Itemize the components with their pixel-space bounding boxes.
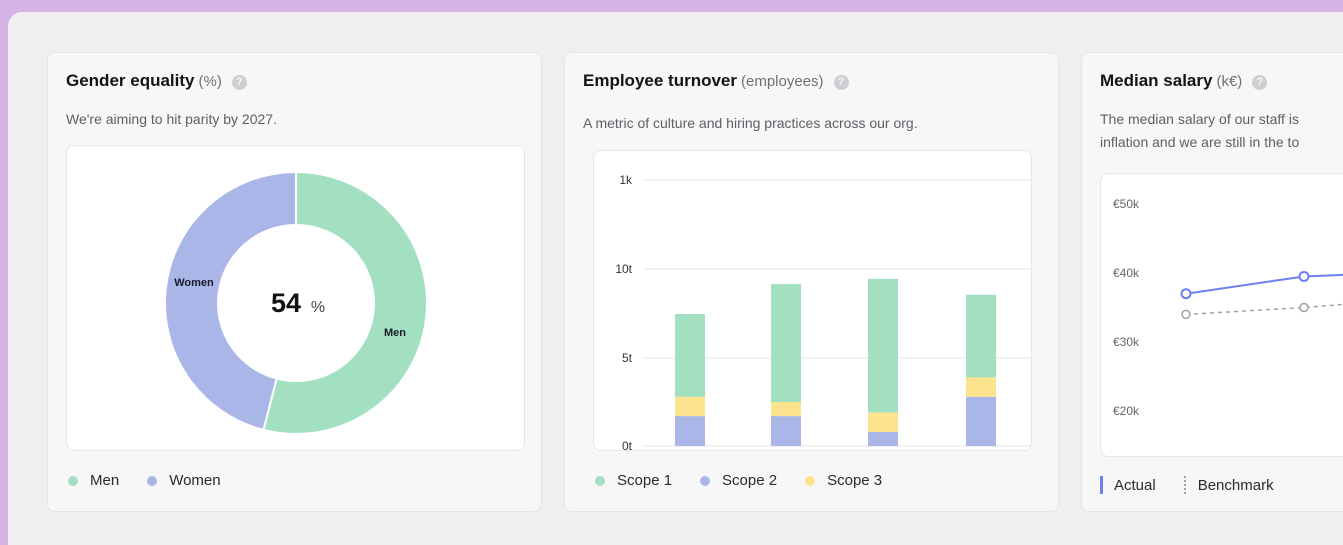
card-unit: (employees) xyxy=(741,73,824,90)
donut-center-suffix: % xyxy=(311,299,325,316)
legend-item-benchmark: Benchmark xyxy=(1183,476,1274,494)
gender-equality-card: Gender equality (%)? We're aiming to hit … xyxy=(47,52,542,512)
legend-label: Men xyxy=(90,472,120,489)
slice-label-men: Men xyxy=(384,327,406,339)
bar-segment-scope-2 xyxy=(675,416,705,446)
legend-item-women: Women xyxy=(147,472,221,489)
gender-legend: Men Women xyxy=(68,472,249,489)
help-icon[interactable]: ? xyxy=(1252,75,1268,90)
card-description: A metric of culture and hiring practices… xyxy=(583,115,918,131)
scope-3-dot xyxy=(805,475,816,486)
legend-item-men: Men xyxy=(68,472,119,489)
line-chart: €50k €40k €30k €20k xyxy=(1113,197,1343,418)
actual-point xyxy=(1180,288,1192,300)
legend-label: Scope 1 xyxy=(617,472,673,489)
card-unit: (k€) xyxy=(1216,73,1243,90)
card-description-line-2: inflation and we are still in the to xyxy=(1100,134,1300,150)
donut-chart: 54 % Women Men xyxy=(164,170,428,435)
bar-segment-scope-3 xyxy=(868,412,898,432)
slice-label-women: Women xyxy=(174,277,214,289)
card-title: Gender equality xyxy=(66,71,195,90)
bar-chart: 1k 10t 5t 0t xyxy=(615,173,1031,451)
turnover-legend: Scope 1 Scope 2 Scope 3 xyxy=(595,472,910,489)
donut-chart-box: 54% Women Men xyxy=(66,145,525,451)
scope-2-dot xyxy=(700,475,711,486)
donut-center-value: 54 xyxy=(271,288,301,318)
salary-legend: Actual Benchmark xyxy=(1100,476,1302,494)
help-icon[interactable]: ? xyxy=(833,75,849,90)
y-tick-label: €50k xyxy=(1113,197,1140,211)
y-tick-label: 10t xyxy=(615,262,632,276)
bar-segment-scope-3 xyxy=(675,396,705,417)
legend-label: Actual xyxy=(1114,476,1156,494)
legend-item-scope-2: Scope 2 xyxy=(700,472,777,489)
bar-segment-scope-2 xyxy=(868,431,898,446)
bar-segment-scope-1 xyxy=(675,314,705,397)
legend-item-actual: Actual xyxy=(1100,476,1156,494)
benchmark-line-swatch xyxy=(1183,476,1186,494)
bar-segment-scope-2 xyxy=(771,416,801,446)
y-tick-label: €20k xyxy=(1113,404,1140,418)
benchmark-line xyxy=(1185,303,1343,316)
benchmark-point xyxy=(1181,309,1191,320)
employee-turnover-card: Employee turnover (employees)? A metric o… xyxy=(564,52,1059,512)
card-header: Employee turnover (employees)? xyxy=(583,71,849,91)
legend-label: Scope 3 xyxy=(827,472,883,489)
median-salary-card: Median salary (k€)? The median salary of … xyxy=(1081,52,1343,512)
bar-chart-box: 1k 10t 5t 0t xyxy=(593,150,1032,451)
women-dot xyxy=(147,475,158,486)
bar-segment-scope-1 xyxy=(868,278,898,413)
legend-label: Women xyxy=(169,472,221,489)
legend-item-scope-3: Scope 3 xyxy=(805,472,882,489)
help-icon[interactable]: ? xyxy=(231,75,247,90)
dashboard-panel: Gender equality (%)? We're aiming to hit … xyxy=(8,12,1343,545)
y-tick-label: 5t xyxy=(622,351,633,365)
card-description-line-1: The median salary of our staff is xyxy=(1100,111,1299,127)
legend-item-scope-1: Scope 1 xyxy=(595,472,672,489)
bar-segment-scope-1 xyxy=(771,284,801,402)
bar-segment-scope-1 xyxy=(966,294,996,378)
card-header: Gender equality (%)? xyxy=(66,71,247,91)
y-tick-label: €40k xyxy=(1113,266,1140,280)
actual-line xyxy=(1185,273,1343,295)
actual-point xyxy=(1298,270,1310,282)
card-description: We're aiming to hit parity by 2027. xyxy=(66,111,277,127)
bar-segment-scope-3 xyxy=(771,402,801,417)
card-title: Employee turnover xyxy=(583,71,737,90)
legend-label: Benchmark xyxy=(1197,476,1274,494)
men-dot xyxy=(68,475,78,486)
scope-1-dot xyxy=(595,475,605,486)
legend-label: Scope 2 xyxy=(722,472,778,489)
card-title: Median salary xyxy=(1100,71,1213,90)
bar-segment-scope-2 xyxy=(966,396,996,446)
y-tick-label: €30k xyxy=(1113,335,1140,349)
benchmark-point xyxy=(1299,302,1309,313)
actual-line-swatch xyxy=(1100,476,1103,494)
bar-segment-scope-3 xyxy=(966,377,996,397)
card-unit: (%) xyxy=(198,73,222,90)
card-header: Median salary (k€)? xyxy=(1100,71,1268,91)
y-tick-label: 0t xyxy=(622,439,633,451)
y-tick-label: 1k xyxy=(619,173,633,187)
line-chart-box: €50k €40k €30k €20k xyxy=(1100,173,1343,457)
